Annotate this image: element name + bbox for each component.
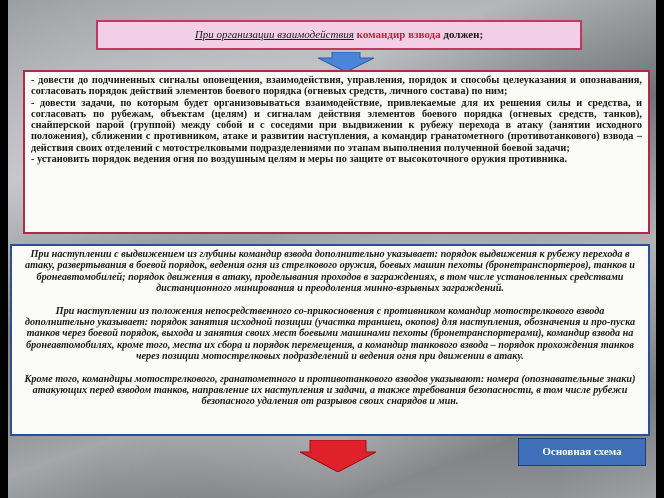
- main-paragraph: - довести до подчиненных сигналы оповеще…: [31, 75, 642, 98]
- header-part-2: командир взвода: [356, 29, 441, 41]
- header-part-1: При организации взаимодействия: [194, 29, 354, 41]
- lower-block-1: При наступлении с выдвижением из глубины…: [25, 249, 635, 295]
- lower-block-2: При наступлении из положения непосредств…: [24, 305, 636, 363]
- lower-block-3: Кроме того, командиры мотострелкового, г…: [24, 373, 636, 408]
- lower-text-box: При наступлении с выдвижением из глубины…: [10, 244, 650, 436]
- down-arrow-icon: [300, 440, 376, 472]
- header-part-3: должен;: [443, 29, 484, 41]
- header-title: При организации взаимодействия командир …: [96, 20, 582, 50]
- down-arrow-icon: [318, 52, 374, 72]
- main-scheme-button[interactable]: Основная схема: [518, 438, 646, 466]
- main-paragraph: - довести задачи, по которым будет орган…: [31, 97, 642, 154]
- main-paragraph: - установить порядок ведения огня по воз…: [31, 154, 568, 166]
- main-text-box: - довести до подчиненных сигналы оповеще…: [23, 70, 650, 234]
